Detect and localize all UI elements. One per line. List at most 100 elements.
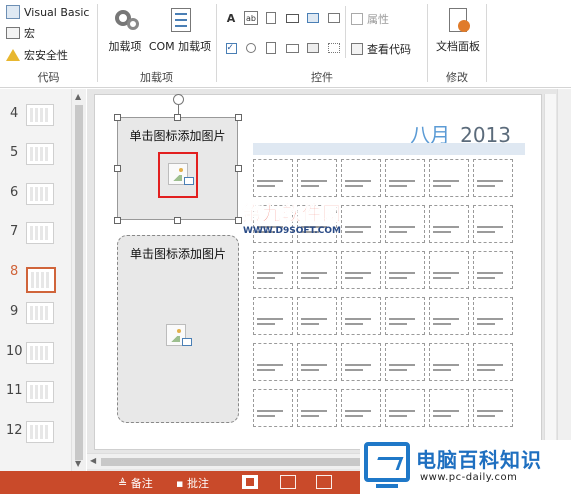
insert-picture-icon[interactable] bbox=[168, 163, 194, 187]
notes-button[interactable]: ≜ 备注 bbox=[118, 475, 153, 491]
slide-number: 12 bbox=[6, 423, 23, 438]
cell-text-line bbox=[345, 410, 371, 412]
cell-text-line bbox=[477, 185, 495, 187]
scroll-down-icon[interactable]: ▼ bbox=[75, 459, 81, 468]
addins-button[interactable]: 加载项 bbox=[104, 6, 146, 54]
slide-thumbnail-6[interactable] bbox=[26, 183, 54, 205]
checkbox-control-icon[interactable]: ✓ bbox=[224, 41, 238, 55]
resize-handle[interactable] bbox=[235, 165, 242, 172]
calendar-cell[interactable] bbox=[429, 297, 469, 335]
calendar-cell[interactable] bbox=[473, 343, 513, 381]
slide-thumbnail-9[interactable] bbox=[26, 302, 54, 324]
frame-control-icon[interactable] bbox=[327, 11, 341, 25]
calendar-cell[interactable] bbox=[385, 297, 425, 335]
calendar-cell[interactable] bbox=[429, 389, 469, 427]
cell-text-line bbox=[389, 185, 407, 187]
cell-text-line bbox=[345, 180, 371, 182]
insert-picture-icon[interactable] bbox=[166, 324, 192, 348]
reading-view-button[interactable] bbox=[316, 475, 332, 489]
visual-basic-button[interactable]: Visual Basic bbox=[6, 3, 89, 21]
calendar-cell[interactable] bbox=[473, 389, 513, 427]
calendar-cell[interactable] bbox=[429, 205, 469, 243]
slide-thumbnail-12[interactable] bbox=[26, 421, 54, 443]
cell-text-line bbox=[301, 272, 327, 274]
normal-view-button[interactable] bbox=[242, 475, 258, 489]
modify-group: 文档面板 修改 bbox=[428, 0, 486, 88]
cell-text-line bbox=[345, 318, 371, 320]
ribbon-divider bbox=[345, 6, 346, 58]
resize-handle[interactable] bbox=[174, 217, 181, 224]
logo-url: www.pc-daily.com bbox=[420, 472, 518, 483]
cell-text-line bbox=[477, 272, 503, 274]
resize-handle[interactable] bbox=[114, 114, 121, 121]
picture-placeholder-1[interactable]: 单击图标添加图片 bbox=[117, 117, 238, 220]
macros-button[interactable]: 宏 bbox=[6, 24, 35, 42]
slide-thumbnail-10[interactable] bbox=[26, 342, 54, 364]
slide-thumbnail-8[interactable] bbox=[26, 267, 56, 293]
cell-text-line bbox=[433, 415, 451, 417]
calendar-cell[interactable] bbox=[385, 205, 425, 243]
calendar-cell[interactable] bbox=[473, 205, 513, 243]
calendar-cell[interactable] bbox=[297, 343, 337, 381]
textbox-control-icon[interactable]: ab bbox=[244, 11, 258, 25]
com-addins-button[interactable]: COM 加载项 bbox=[146, 6, 214, 54]
calendar-cell[interactable] bbox=[253, 159, 293, 197]
calendar-cell[interactable] bbox=[341, 159, 381, 197]
cell-text-line bbox=[433, 410, 459, 412]
picture-placeholder-2[interactable]: 单击图标添加图片 bbox=[117, 235, 239, 423]
calendar-cell[interactable] bbox=[253, 389, 293, 427]
command-button-icon[interactable] bbox=[285, 11, 299, 25]
calendar-cell[interactable] bbox=[297, 389, 337, 427]
calendar-cell[interactable] bbox=[341, 343, 381, 381]
calendar-cell[interactable] bbox=[473, 159, 513, 197]
resize-handle[interactable] bbox=[174, 114, 181, 121]
calendar-cell[interactable] bbox=[385, 251, 425, 289]
slide-thumbnail-11[interactable] bbox=[26, 381, 54, 403]
calendar-cell[interactable] bbox=[341, 297, 381, 335]
combobox-control-icon[interactable] bbox=[285, 41, 299, 55]
image-control-icon[interactable] bbox=[306, 11, 320, 25]
more-controls-icon[interactable] bbox=[327, 41, 341, 55]
radio-control-icon[interactable] bbox=[244, 41, 258, 55]
slide-number: 7 bbox=[10, 224, 19, 239]
thumbnail-scrollbar[interactable]: ▲ ▼ bbox=[71, 89, 86, 471]
scrollbar-thumb[interactable] bbox=[75, 105, 83, 460]
comments-button[interactable]: ▪ 批注 bbox=[176, 475, 209, 491]
view-code-button[interactable]: 查看代码 bbox=[351, 40, 411, 58]
scroll-left-icon[interactable]: ◀ bbox=[90, 456, 96, 465]
properties-button[interactable]: 属性 bbox=[351, 10, 389, 28]
resize-handle[interactable] bbox=[235, 114, 242, 121]
slide-thumbnail-5[interactable] bbox=[26, 143, 54, 165]
toggle-control-icon[interactable] bbox=[306, 41, 320, 55]
slide-thumbnail-7[interactable] bbox=[26, 222, 54, 244]
calendar-cell[interactable] bbox=[253, 297, 293, 335]
calendar-cell[interactable] bbox=[473, 297, 513, 335]
calendar-cell[interactable] bbox=[385, 159, 425, 197]
listbox-control-icon[interactable] bbox=[264, 41, 278, 55]
resize-handle[interactable] bbox=[114, 217, 121, 224]
scroll-up-icon[interactable]: ▲ bbox=[75, 92, 81, 101]
calendar-cell[interactable] bbox=[297, 159, 337, 197]
calendar-cell[interactable] bbox=[429, 343, 469, 381]
calendar-cell[interactable] bbox=[253, 343, 293, 381]
calendar-cell[interactable] bbox=[385, 389, 425, 427]
calendar-cell[interactable] bbox=[341, 389, 381, 427]
rotate-handle-icon[interactable] bbox=[173, 94, 184, 105]
calendar-cell[interactable] bbox=[473, 251, 513, 289]
calendar-cell[interactable] bbox=[341, 251, 381, 289]
calendar-cell[interactable] bbox=[429, 159, 469, 197]
calendar-cell[interactable] bbox=[253, 251, 293, 289]
slide-thumbnail-4[interactable] bbox=[26, 104, 54, 126]
calendar-cell[interactable] bbox=[429, 251, 469, 289]
slide-sorter-view-button[interactable] bbox=[280, 475, 296, 489]
calendar-cell[interactable] bbox=[297, 251, 337, 289]
vertical-scrollbar[interactable] bbox=[557, 89, 571, 471]
document-panel-button[interactable]: 文档面板 bbox=[432, 6, 484, 54]
scrollbar-control-icon[interactable] bbox=[264, 11, 278, 25]
label-control-icon[interactable]: A bbox=[224, 11, 238, 25]
view-code-icon bbox=[351, 43, 363, 55]
calendar-cell[interactable] bbox=[385, 343, 425, 381]
macro-security-button[interactable]: 宏安全性 bbox=[6, 46, 68, 64]
calendar-cell[interactable] bbox=[297, 297, 337, 335]
resize-handle[interactable] bbox=[114, 165, 121, 172]
